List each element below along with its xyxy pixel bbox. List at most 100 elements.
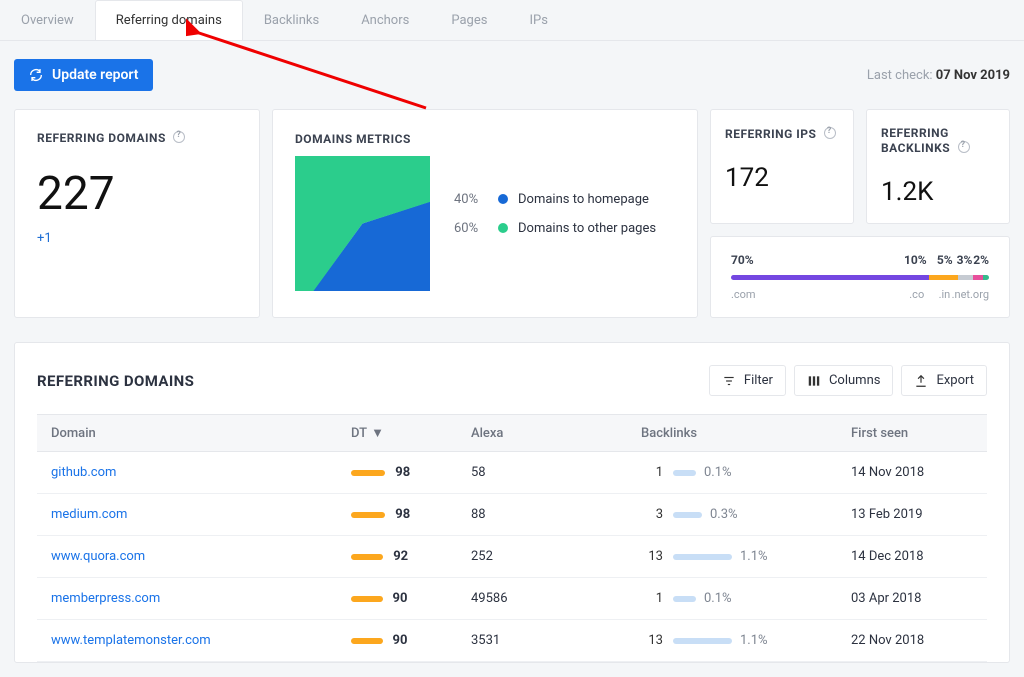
card-tld-distribution: 70%10%5%3%2% .com.co.in.net.org (710, 236, 1010, 318)
filter-button[interactable]: Filter (709, 365, 786, 396)
tab-backlinks[interactable]: Backlinks (243, 0, 340, 40)
backlink-bar (673, 596, 696, 602)
alexa-value: 252 (457, 536, 627, 578)
referring-domains-table-card: REFERRING DOMAINS Filter Columns Export … (14, 342, 1010, 663)
help-icon[interactable] (173, 131, 185, 143)
column-header[interactable]: Alexa (457, 415, 627, 452)
column-header[interactable]: Backlinks (627, 415, 837, 452)
legend-item: 60% Domains to other pages (454, 221, 656, 236)
legend-pct: 60% (454, 221, 488, 236)
backlink-count: 13 (641, 549, 663, 564)
backlink-pct: 0.3% (710, 507, 738, 522)
card-title: REFERRING IPS (725, 127, 816, 141)
ref-domains-delta[interactable]: +1 (37, 231, 237, 246)
column-header[interactable]: First seen (837, 415, 987, 452)
alexa-value: 88 (457, 494, 627, 536)
dist-pct: 70% (731, 253, 888, 267)
dt-value: 90 (393, 591, 408, 606)
table-row: www.quora.com 92 252 13 1.1% 14 Dec 2018 (37, 536, 987, 578)
last-check-label: Last check: (867, 68, 936, 83)
card-referring-ips: REFERRING IPS 172 (710, 109, 854, 224)
backlink-bar (673, 554, 732, 560)
dist-pct: 2% (972, 253, 989, 267)
dist-tld: .co (886, 288, 925, 301)
help-icon[interactable] (824, 127, 836, 139)
legend-pct: 40% (454, 192, 488, 207)
update-report-button[interactable]: Update report (14, 59, 153, 91)
first-seen: 13 Feb 2019 (837, 494, 987, 536)
refresh-icon (28, 67, 44, 83)
dist-pct: 3% (953, 253, 973, 267)
table-row: medium.com 98 88 3 0.3% 13 Feb 2019 (37, 494, 987, 536)
card-title: DOMAINS METRICS (295, 132, 430, 146)
table-row: github.com 98 58 1 0.1% 14 Nov 2018 (37, 452, 987, 494)
dist-segment (929, 275, 957, 280)
ref-ips-value: 172 (725, 163, 839, 193)
legend-dot (498, 223, 508, 233)
dist-tld: .in (924, 288, 950, 301)
backlink-pct: 0.1% (704, 465, 732, 480)
tab-anchors[interactable]: Anchors (340, 0, 430, 40)
pie-chart (295, 156, 430, 291)
card-domains-metrics: DOMAINS METRICS 40% Domains to homepage 60… (272, 109, 698, 318)
dt-value: 98 (395, 465, 410, 480)
first-seen: 14 Dec 2018 (837, 536, 987, 578)
card-referring-backlinks: REFERRING BACKLINKS 1.2K (866, 109, 1010, 224)
tab-ips[interactable]: IPs (508, 0, 568, 40)
sort-desc-icon: ▼ (371, 425, 384, 441)
dt-bar (351, 596, 383, 602)
last-check: Last check: 07 Nov 2019 (867, 68, 1010, 83)
update-report-label: Update report (52, 67, 139, 83)
card-title: REFERRING BACKLINKS (881, 126, 950, 155)
dt-bar (351, 470, 385, 476)
ref-backlinks-value: 1.2K (881, 177, 995, 207)
dist-segment (983, 275, 989, 280)
filter-label: Filter (744, 373, 773, 388)
filter-icon (722, 374, 736, 388)
tab-pages[interactable]: Pages (430, 0, 508, 40)
legend-item: 40% Domains to homepage (454, 192, 656, 207)
column-header[interactable]: Domain (37, 415, 337, 452)
dist-pct: 10% (888, 253, 927, 267)
dist-segment (958, 275, 974, 280)
legend-dot (498, 194, 508, 204)
first-seen: 03 Apr 2018 (837, 578, 987, 620)
table-row: memberpress.com 90 49586 1 0.1% 03 Apr 2018 (37, 578, 987, 620)
dt-bar (351, 554, 383, 560)
backlink-count: 3 (641, 507, 663, 522)
domain-link[interactable]: www.quora.com (51, 549, 145, 564)
legend-label: Domains to homepage (518, 192, 649, 207)
first-seen: 14 Nov 2018 (837, 452, 987, 494)
dist-segment (731, 275, 929, 280)
tab-referring-domains[interactable]: Referring domains (95, 0, 243, 40)
dist-tld: .net (950, 288, 970, 301)
export-button[interactable]: Export (901, 365, 987, 396)
dt-bar (351, 512, 385, 518)
domain-link[interactable]: medium.com (51, 507, 127, 522)
legend-label: Domains to other pages (518, 221, 656, 236)
last-check-value: 07 Nov 2019 (936, 68, 1010, 83)
column-header[interactable]: DT ▼ (337, 415, 457, 452)
dt-value: 98 (395, 507, 410, 522)
dt-value: 92 (393, 549, 408, 564)
columns-icon (807, 374, 821, 388)
domain-link[interactable]: memberpress.com (51, 591, 160, 606)
help-icon[interactable] (958, 141, 970, 153)
card-title: REFERRING DOMAINS (37, 131, 166, 145)
alexa-value: 58 (457, 452, 627, 494)
backlink-pct: 1.1% (740, 549, 768, 564)
tabs-bar: OverviewReferring domainsBacklinksAnchor… (0, 0, 1024, 41)
backlink-pct: 0.1% (704, 591, 732, 606)
backlink-count: 1 (641, 591, 663, 606)
distribution-bar (731, 275, 989, 280)
columns-label: Columns (829, 373, 881, 388)
backlink-count: 1 (641, 465, 663, 480)
dist-pct: 5% (927, 253, 953, 267)
columns-button[interactable]: Columns (794, 365, 894, 396)
referring-domains-table: DomainDT ▼AlexaBacklinksFirst seen githu… (37, 414, 987, 662)
ref-domains-value: 227 (37, 167, 237, 221)
alexa-value: 49586 (457, 578, 627, 620)
tab-overview[interactable]: Overview (0, 0, 95, 40)
domain-link[interactable]: github.com (51, 465, 116, 480)
table-title: REFERRING DOMAINS (37, 372, 194, 390)
